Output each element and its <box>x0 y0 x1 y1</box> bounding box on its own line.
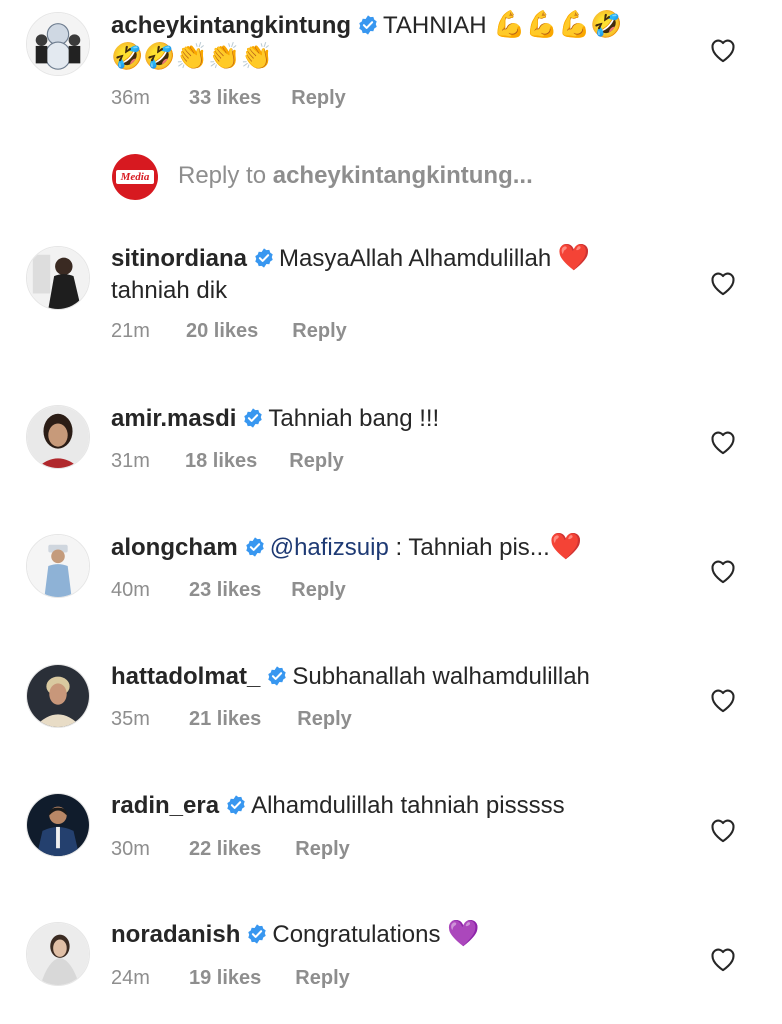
avatar[interactable] <box>26 793 90 857</box>
reply-button[interactable]: Reply <box>297 708 351 731</box>
timestamp: 40m <box>111 579 150 601</box>
reply-button[interactable]: Reply <box>289 450 343 473</box>
comment-body: hattadolmat_ Subhanallah walhamdulillah <box>111 661 692 693</box>
verified-badge-icon <box>266 665 288 687</box>
timestamp: 31m <box>111 450 150 472</box>
comment-text: Subhanallah walhamdulillah <box>292 663 590 690</box>
emoji: 💪💪💪🤣 <box>493 10 623 40</box>
likes-count[interactable]: 33 likes <box>189 87 261 110</box>
timestamp: 21m <box>111 320 150 342</box>
comment-text: : Tahniah pis... <box>388 534 550 561</box>
likes-count[interactable]: 21 likes <box>189 708 261 731</box>
verified-badge-icon <box>357 14 379 36</box>
reply-button[interactable]: Reply <box>295 838 349 861</box>
red-heart-emoji: ❤️ <box>557 243 591 273</box>
verified-badge-icon <box>253 247 275 269</box>
comment-body: acheykintangkintung TAHNIAH 💪💪💪🤣 🤣🤣👏👏👏 <box>111 10 692 74</box>
comment-body: alongcham @hafizsuip : Tahniah pis...❤️ <box>111 532 692 564</box>
reply-button[interactable]: Reply <box>295 967 349 990</box>
comment-meta: 35m 21 likes Reply <box>111 708 352 731</box>
likes-count[interactable]: 22 likes <box>189 838 261 861</box>
verified-badge-icon <box>242 407 264 429</box>
comment-text-line2: tahniah dik <box>111 277 228 304</box>
verified-badge-icon <box>246 923 268 945</box>
likes-count[interactable]: 18 likes <box>185 450 257 473</box>
username[interactable]: sitinordiana <box>111 245 247 272</box>
reply-input-row[interactable]: Media Reply to acheykintangkintung... <box>0 154 782 202</box>
comment-text: Congratulations <box>272 921 441 948</box>
mention-link[interactable]: @hafizsuip <box>270 534 389 561</box>
comment-meta: 40m 23 likes Reply <box>111 579 346 602</box>
username[interactable]: acheykintangkintung <box>111 12 351 39</box>
heart-outline-icon[interactable] <box>709 946 737 972</box>
timestamp: 30m <box>111 838 150 860</box>
comment-text: Tahniah bang !!! <box>268 405 440 432</box>
username[interactable]: amir.masdi <box>111 405 236 432</box>
likes-count[interactable]: 19 likes <box>189 967 261 990</box>
comment-meta: 36m 33 likes Reply <box>111 87 346 110</box>
likes-count[interactable]: 23 likes <box>189 579 261 602</box>
comment-body: radin_era Alhamdulillah tahniah pisssss <box>111 790 692 822</box>
avatar[interactable] <box>26 12 90 76</box>
username[interactable]: radin_era <box>111 792 219 819</box>
timestamp: 35m <box>111 708 150 730</box>
avatar[interactable] <box>26 664 90 728</box>
comment-body: noradanish Congratulations 💜 <box>111 919 692 951</box>
username[interactable]: hattadolmat_ <box>111 663 260 690</box>
comment-meta: 24m 19 likes Reply <box>111 967 350 990</box>
reply-prefix: Reply to <box>178 162 267 189</box>
reply-input[interactable]: Reply to acheykintangkintung... <box>178 162 533 190</box>
timestamp: 36m <box>111 87 150 109</box>
heart-outline-icon[interactable] <box>709 817 737 843</box>
comment-meta: 30m 22 likes Reply <box>111 838 350 861</box>
username[interactable]: noradanish <box>111 921 240 948</box>
reply-button[interactable]: Reply <box>292 320 346 343</box>
heart-outline-icon[interactable] <box>709 429 737 455</box>
heart-outline-icon[interactable] <box>709 558 737 584</box>
avatar[interactable] <box>26 922 90 986</box>
verified-badge-icon <box>225 794 247 816</box>
avatar[interactable] <box>26 405 90 469</box>
reply-button[interactable]: Reply <box>291 87 345 110</box>
comment-text: Alhamdulillah tahniah pisssss <box>251 792 565 819</box>
comment-body: amir.masdi Tahniah bang !!! <box>111 403 692 435</box>
heart-outline-icon[interactable] <box>709 37 737 63</box>
avatar[interactable] <box>26 246 90 310</box>
reply-button[interactable]: Reply <box>291 579 345 602</box>
reply-target: acheykintangkintung... <box>272 162 533 189</box>
comment-meta: 21m 20 likes Reply <box>111 320 347 343</box>
avatar[interactable] <box>26 534 90 598</box>
red-heart-emoji: ❤️ <box>549 532 583 562</box>
username[interactable]: alongcham <box>111 534 238 561</box>
comment-text: MasyaAllah Alhamdulillah <box>279 245 552 272</box>
media-logo-avatar: Media <box>112 154 158 200</box>
emoji: 🤣🤣👏👏👏 <box>111 42 273 72</box>
heart-outline-icon[interactable] <box>709 687 737 713</box>
comment-body: sitinordiana MasyaAllah Alhamdulillah ❤️ … <box>111 243 692 307</box>
comment-text: TAHNIAH <box>383 12 487 39</box>
timestamp: 24m <box>111 967 150 989</box>
verified-badge-icon <box>244 536 266 558</box>
comment-meta: 31m 18 likes Reply <box>111 450 344 473</box>
likes-count[interactable]: 20 likes <box>186 320 258 343</box>
media-logo: Media <box>116 170 154 184</box>
heart-outline-icon[interactable] <box>709 270 737 296</box>
purple-heart-emoji: 💜 <box>447 919 480 949</box>
